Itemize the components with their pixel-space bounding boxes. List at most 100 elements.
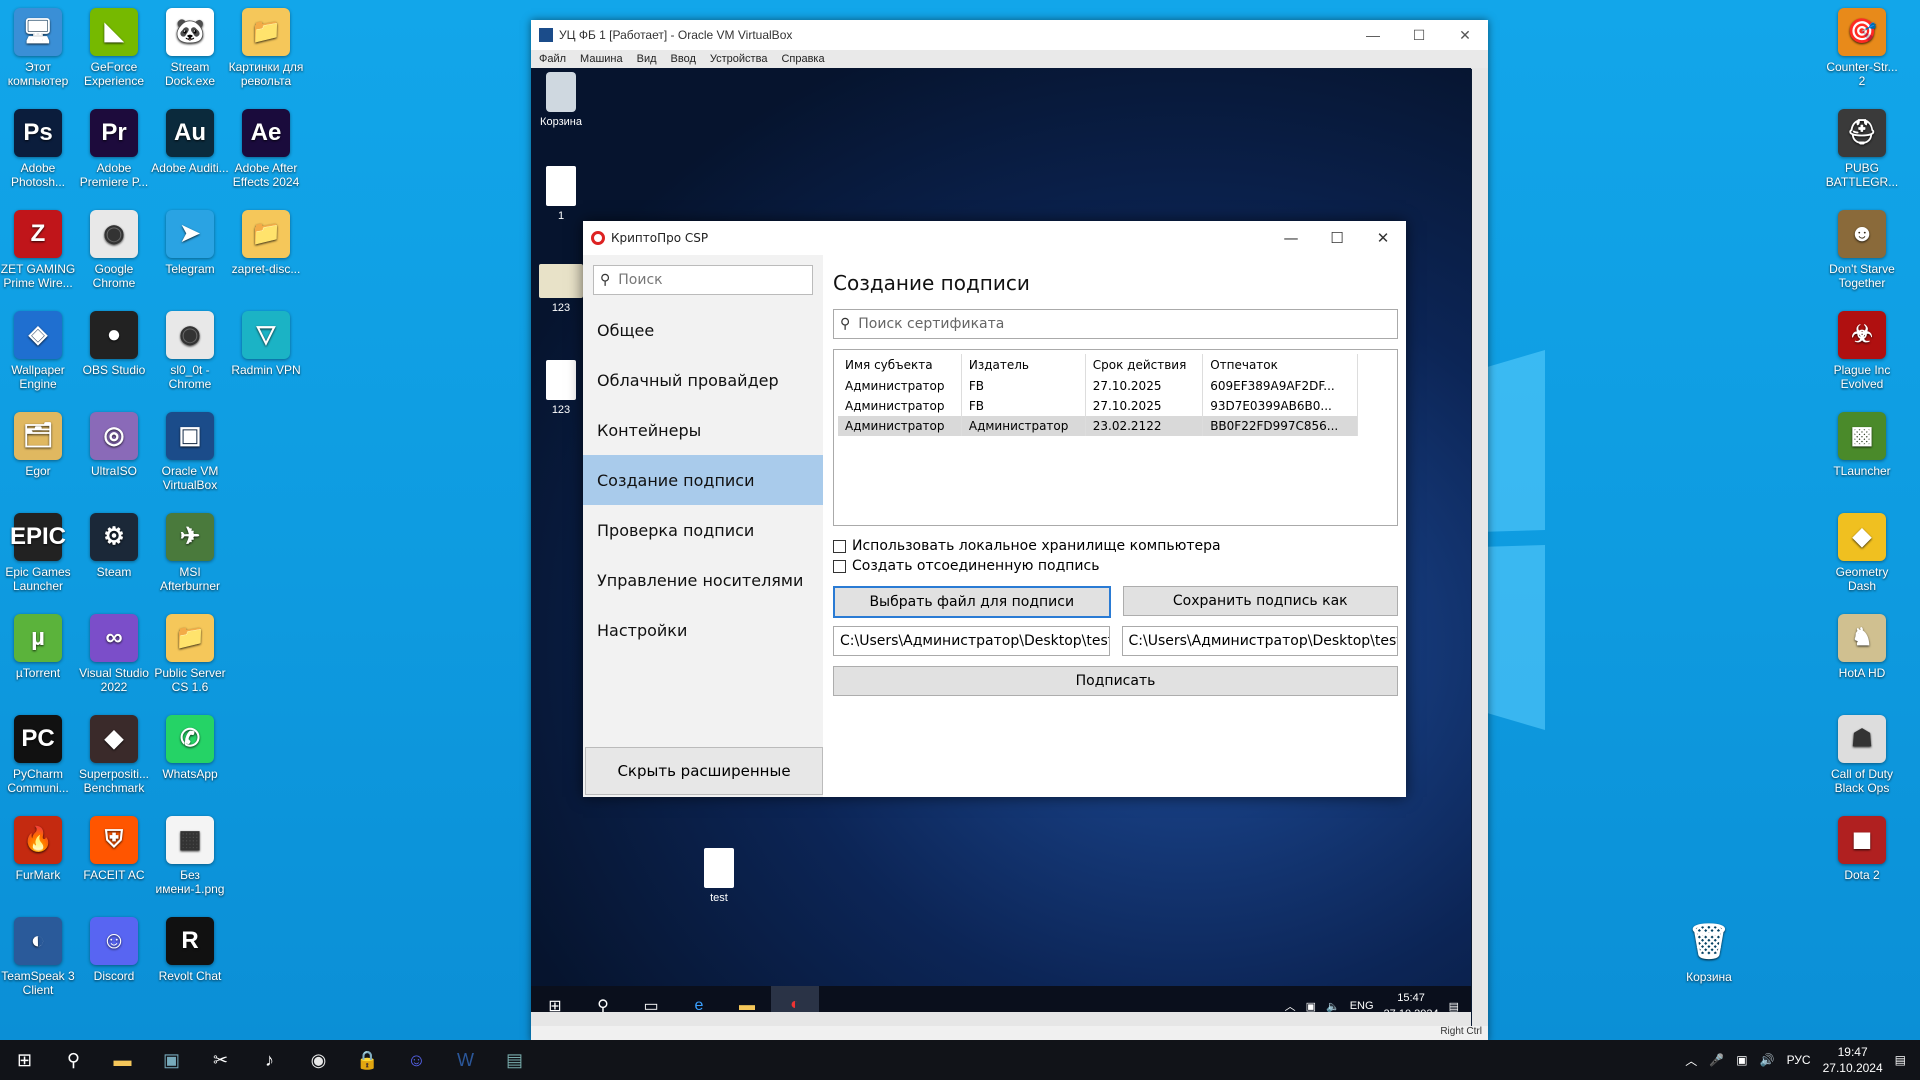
recycle-bin[interactable]: 🗑 Корзина bbox=[1669, 918, 1749, 984]
save-signature-as-button[interactable]: Сохранить подпись как bbox=[1122, 586, 1398, 616]
desktop-icon[interactable]: Z ZET GAMING Prime Wire... bbox=[0, 210, 78, 290]
desktop-icon[interactable]: Ps Adobe Photosh... bbox=[0, 109, 78, 189]
guest-lang[interactable]: ENG bbox=[1350, 1000, 1374, 1012]
sidebar-item-settings[interactable]: Настройки bbox=[583, 605, 823, 655]
music-icon[interactable]: ♪ bbox=[245, 1040, 294, 1080]
close-icon[interactable]: ✕ bbox=[1442, 27, 1488, 44]
vm-horizontal-scrollbar[interactable] bbox=[531, 1012, 1471, 1026]
desktop-icon[interactable]: ◣ GeForce Experience bbox=[74, 8, 154, 88]
checkbox-box[interactable] bbox=[833, 539, 846, 553]
menu-help[interactable]: Справка bbox=[781, 53, 824, 65]
desktop-icon[interactable]: Ae Adobe After Effects 2024 bbox=[226, 109, 306, 189]
desktop-icon[interactable]: µ µTorrent bbox=[0, 614, 78, 680]
desktop-icon[interactable]: ⛨ FACEIT AC bbox=[74, 816, 154, 882]
column-issuer[interactable]: Издатель bbox=[961, 354, 1086, 376]
desktop-icon[interactable]: ▽ Radmin VPN bbox=[226, 311, 306, 377]
vm-vertical-scrollbar[interactable] bbox=[1472, 68, 1488, 1026]
desktop-icon[interactable]: R Revolt Chat bbox=[150, 917, 230, 983]
vm-titlebar[interactable]: УЦ ФБ 1 [Работает] - Oracle VM VirtualBo… bbox=[531, 20, 1488, 50]
desktop-icon[interactable]: ▦ Без имени-1.png bbox=[150, 816, 230, 896]
desktop-icon[interactable]: ◆ Geometry Dash bbox=[1822, 513, 1902, 593]
column-thumbprint[interactable]: Отпечаток bbox=[1202, 354, 1358, 376]
desktop-icon[interactable]: Au Adobe Auditi... bbox=[150, 109, 230, 175]
sidebar-item-create-signature[interactable]: Создание подписи bbox=[583, 455, 823, 505]
menu-machine[interactable]: Машина bbox=[580, 53, 623, 65]
output-file-path[interactable]: C:\Users\Администратор\Desktop\test bbox=[1121, 626, 1398, 656]
desktop-icon[interactable]: 🐼 Stream Dock.exe bbox=[150, 8, 230, 88]
desktop-icon[interactable]: ◉ sl0_0t - Chrome bbox=[150, 311, 230, 391]
volume-icon[interactable]: 🔊 bbox=[1760, 1053, 1775, 1067]
sidebar-item-general[interactable]: Общее bbox=[583, 305, 823, 355]
input-file-path[interactable]: C:\Users\Администратор\Desktop\test bbox=[833, 626, 1110, 656]
sidebar-item-containers[interactable]: Контейнеры bbox=[583, 405, 823, 455]
sidebar-search-input[interactable]: ⚲ Поиск bbox=[593, 265, 813, 295]
desktop-icon[interactable]: ◆ Superpositi... Benchmark bbox=[74, 715, 154, 795]
desktop-icon[interactable]: ➤ Telegram bbox=[150, 210, 230, 276]
column-validity[interactable]: Срок действия bbox=[1085, 354, 1204, 376]
desktop-icon[interactable]: ◎ UltraISO bbox=[74, 412, 154, 478]
desktop-icon[interactable]: ● OBS Studio bbox=[74, 311, 154, 377]
host-lang[interactable]: РУС bbox=[1787, 1053, 1811, 1067]
desktop-icon[interactable]: ∞ Visual Studio 2022 bbox=[74, 614, 154, 694]
certificate-search-input[interactable]: ⚲ Поиск сертификата bbox=[833, 309, 1398, 339]
desktop-icon[interactable]: ☣ Plague Inc Evolved bbox=[1822, 311, 1902, 391]
desktop-icon[interactable]: ▩ TLauncher bbox=[1822, 412, 1902, 478]
sign-button[interactable]: Подписать bbox=[833, 666, 1398, 696]
menu-input[interactable]: Ввод bbox=[671, 53, 696, 65]
desktop-icon[interactable]: 🖥 Этот компьютер bbox=[0, 8, 78, 88]
desktop-icon[interactable]: 📁 zapret-disc... bbox=[226, 210, 306, 276]
virtualbox-taskbar-icon[interactable]: ▤ bbox=[490, 1040, 539, 1080]
chevron-up-icon[interactable]: ︿ bbox=[1685, 1052, 1697, 1069]
desktop-icon[interactable]: 🗂 Egor bbox=[0, 412, 78, 478]
desktop-icon[interactable]: ◐ TeamSpeak 3 Client bbox=[0, 917, 78, 997]
detached-signature-checkbox[interactable]: Создать отсоединенную подпись bbox=[833, 558, 1398, 574]
guest-recycle-bin[interactable]: Корзина bbox=[531, 72, 591, 128]
desktop-icon[interactable]: ◉ Google Chrome bbox=[74, 210, 154, 290]
snipping-icon[interactable]: ✂ bbox=[196, 1040, 245, 1080]
menu-file[interactable]: Файл bbox=[539, 53, 566, 65]
local-store-checkbox[interactable]: Использовать локальное хранилище компьют… bbox=[833, 538, 1398, 554]
guest-file-123[interactable]: 123 bbox=[531, 360, 591, 416]
network-icon[interactable]: ▣ bbox=[1736, 1053, 1747, 1067]
notifications-icon[interactable]: ▤ bbox=[1895, 1053, 1906, 1067]
desktop-icon[interactable]: PC PyCharm Communi... bbox=[0, 715, 78, 795]
guest-file-1[interactable]: 1 bbox=[531, 166, 591, 222]
search-icon[interactable]: ⚲ bbox=[49, 1040, 98, 1080]
lock-icon[interactable]: 🔒 bbox=[343, 1040, 392, 1080]
desktop-icon[interactable]: Pr Adobe Premiere P... bbox=[74, 109, 154, 189]
desktop-icon[interactable]: ⚙ Steam bbox=[74, 513, 154, 579]
column-subject[interactable]: Имя субъекта bbox=[838, 354, 962, 376]
desktop-icon[interactable]: ◈ Wallpaper Engine bbox=[0, 311, 78, 391]
word-icon[interactable]: W bbox=[441, 1040, 490, 1080]
table-row-selected[interactable]: Администратор Администратор 23.02.2122 B… bbox=[838, 416, 1358, 436]
desktop-icon[interactable]: 📁 Картинки для револьта bbox=[226, 8, 306, 88]
table-row[interactable]: Администратор FB 27.10.2025 93D7E0399AB6… bbox=[838, 396, 1358, 416]
desktop-icon[interactable]: ☺ Discord bbox=[74, 917, 154, 983]
desktop-icon[interactable]: ⛑ PUBG BATTLEGR... bbox=[1822, 109, 1902, 189]
notifications-icon[interactable]: ▤ bbox=[1449, 1000, 1459, 1013]
menu-view[interactable]: Вид bbox=[637, 53, 657, 65]
desktop-icon[interactable]: ♞ HotA HD bbox=[1822, 614, 1902, 680]
choose-file-button[interactable]: Выбрать файл для подписи bbox=[833, 586, 1111, 618]
guest-cert-123[interactable]: 123 bbox=[531, 264, 591, 314]
desktop-icon[interactable]: ◼ Dota 2 bbox=[1822, 816, 1902, 882]
close-icon[interactable]: ✕ bbox=[1360, 229, 1406, 247]
table-row[interactable]: Администратор FB 27.10.2025 609EF389A9AF… bbox=[838, 376, 1358, 396]
sidebar-item-media-management[interactable]: Управление носителями bbox=[583, 555, 823, 605]
hide-advanced-button[interactable]: Скрыть расширенные bbox=[585, 747, 823, 795]
start-icon[interactable]: ⊞ bbox=[0, 1040, 49, 1080]
microphone-icon[interactable]: 🎤 bbox=[1709, 1053, 1724, 1067]
cryptopro-titlebar[interactable]: КриптоПро CSP — ☐ ✕ bbox=[583, 221, 1406, 255]
explorer-icon[interactable]: ▬ bbox=[98, 1040, 147, 1080]
desktop-icon[interactable]: 🎯 Counter-Str... 2 bbox=[1822, 8, 1902, 88]
network-icon[interactable]: ▣ bbox=[1306, 1000, 1316, 1013]
desktop-icon[interactable]: ✈ MSI Afterburner bbox=[150, 513, 230, 593]
volume-muted-icon[interactable]: 🔈 bbox=[1326, 1000, 1340, 1013]
checkbox-box[interactable] bbox=[833, 559, 846, 573]
desktop-icon[interactable]: 🔥 FurMark bbox=[0, 816, 78, 882]
host-clock[interactable]: 19:47 27.10.2024 bbox=[1823, 1044, 1883, 1076]
desktop-icon[interactable]: ✆ WhatsApp bbox=[150, 715, 230, 781]
menu-devices[interactable]: Устройства bbox=[710, 53, 768, 65]
minimize-icon[interactable]: — bbox=[1350, 27, 1396, 44]
app-icon[interactable]: ▣ bbox=[147, 1040, 196, 1080]
